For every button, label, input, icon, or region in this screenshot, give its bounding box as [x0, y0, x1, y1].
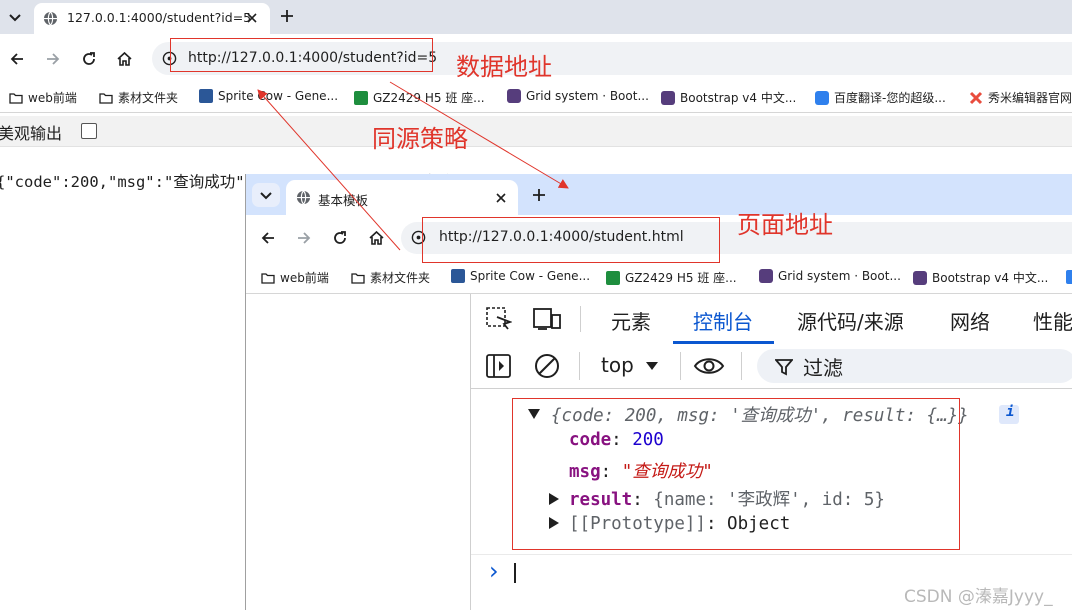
- devtools-divider: [680, 352, 681, 380]
- bookmark-link[interactable]: Grid system · Boot...: [507, 89, 649, 103]
- pretty-print-label: 美观输出: [0, 124, 63, 143]
- info-badge-label: i: [1006, 404, 1015, 420]
- bookmark-overflow-icon[interactable]: [1066, 270, 1072, 284]
- new-tab-icon[interactable]: [531, 187, 547, 203]
- bootstrap-icon: [507, 89, 521, 103]
- page-address-highlight: [422, 217, 720, 263]
- devtools-divider: [579, 352, 580, 380]
- back-tab[interactable]: 127.0.0.1:4000/student?id=5: [34, 3, 270, 34]
- clear-console-icon[interactable]: [534, 353, 560, 379]
- bookmark-link[interactable]: Bootstrap v4 中文...: [913, 269, 1048, 286]
- tab-network[interactable]: 网络: [950, 306, 990, 335]
- home-icon[interactable]: [368, 230, 385, 246]
- inspect-element-icon[interactable]: [486, 307, 512, 331]
- devtools-divider: [580, 306, 581, 332]
- folder-icon: [351, 271, 365, 285]
- bookmark-folder[interactable]: 素材文件夹: [99, 89, 178, 106]
- sidebar-toggle-icon[interactable]: [486, 354, 512, 378]
- folder-icon: [9, 91, 23, 105]
- front-tab[interactable]: 基本模板: [286, 180, 518, 215]
- sprite-cow-icon: [199, 89, 213, 103]
- data-address-highlight: [170, 38, 433, 72]
- tab-elements[interactable]: 元素: [611, 306, 651, 335]
- reload-icon[interactable]: [81, 51, 97, 67]
- xiumi-icon: [969, 91, 983, 105]
- live-expression-eye-icon[interactable]: [693, 356, 725, 376]
- sheets-icon: [606, 270, 620, 285]
- front-tab-strip: 基本模板: [246, 174, 1072, 215]
- console-output-highlight: [512, 398, 960, 550]
- bookmark-folder[interactable]: web前端: [261, 269, 329, 286]
- bootstrap-icon: [661, 90, 675, 105]
- text-cursor: [514, 563, 516, 583]
- pretty-print-checkbox[interactable]: [81, 123, 97, 139]
- sprite-cow-icon: [451, 269, 465, 283]
- back-arrow-icon[interactable]: [9, 51, 25, 67]
- close-tab-icon[interactable]: [245, 11, 259, 25]
- bookmark-link[interactable]: Sprite Cow - Gene...: [451, 269, 590, 283]
- tab-search-icon[interactable]: [6, 9, 24, 25]
- front-tab-title: 基本模板: [318, 193, 369, 208]
- back-bookmarks-bar: web前端 素材文件夹 Sprite Cow - Gene... GZ2429 …: [0, 82, 1072, 113]
- chevron-down-icon: [258, 188, 274, 202]
- translate-icon: [815, 90, 829, 105]
- home-icon[interactable]: [116, 51, 133, 67]
- filter-funnel-icon: [775, 358, 793, 376]
- prompt-chevron-icon: ›: [489, 557, 499, 585]
- bookmark-link[interactable]: 百度翻译-您的超级...: [815, 89, 946, 106]
- context-selector[interactable]: top: [601, 353, 671, 379]
- devtools-tab-bar: 元素 控制台 源代码/来源 网络 性能: [471, 294, 1072, 345]
- data-address-label: 数据地址: [456, 53, 552, 81]
- tab-search-button[interactable]: [252, 183, 280, 207]
- bookmark-link[interactable]: GZ2429 H5 班 座...: [606, 269, 737, 286]
- tab-sources[interactable]: 源代码/来源: [797, 306, 904, 335]
- folder-icon: [261, 271, 275, 285]
- tab-performance[interactable]: 性能: [1033, 306, 1072, 335]
- forward-arrow-icon[interactable]: [296, 230, 312, 246]
- same-origin-label: 同源策略: [372, 125, 468, 153]
- console-filter-input[interactable]: 过滤: [757, 349, 1072, 383]
- context-selector-value: top: [601, 353, 634, 377]
- csdn-watermark: CSDN @溱嘉Jyyy_: [904, 587, 1053, 607]
- bookmark-link[interactable]: Bootstrap v4 中文...: [661, 89, 796, 106]
- tab-console[interactable]: 控制台: [693, 306, 753, 335]
- front-bookmarks-bar: web前端 素材文件夹 Sprite Cow - Gene... GZ2429 …: [246, 261, 1072, 294]
- forward-arrow-icon[interactable]: [45, 51, 61, 67]
- bookmark-link[interactable]: 秀米编辑器官网: [969, 89, 1072, 106]
- info-badge[interactable]: i: [999, 404, 1019, 424]
- pretty-print-bar: 美观输出: [0, 116, 1072, 147]
- page-address-label: 页面地址: [737, 211, 833, 239]
- back-arrow-icon[interactable]: [260, 230, 276, 246]
- folder-icon: [99, 91, 113, 105]
- globe-icon: [296, 190, 311, 205]
- devtools-divider: [741, 352, 742, 380]
- dropdown-arrow-icon: [645, 361, 659, 371]
- bookmark-link[interactable]: Sprite Cow - Gene...: [199, 89, 338, 103]
- new-tab-icon[interactable]: [279, 8, 295, 24]
- reload-icon[interactable]: [332, 230, 348, 246]
- bootstrap-icon: [759, 269, 773, 283]
- sheets-icon: [354, 90, 368, 105]
- bookmark-folder[interactable]: web前端: [9, 89, 77, 106]
- bootstrap-icon: [913, 270, 927, 285]
- back-tab-strip: 127.0.0.1:4000/student?id=5: [0, 0, 1072, 34]
- globe-icon: [43, 11, 58, 26]
- filter-placeholder: 过滤: [803, 356, 843, 380]
- bookmark-link[interactable]: Grid system · Boot...: [759, 269, 901, 283]
- bookmark-link[interactable]: GZ2429 H5 班 座...: [354, 89, 485, 106]
- back-tab-title: 127.0.0.1:4000/student?id=5: [67, 10, 252, 25]
- device-toolbar-icon[interactable]: [533, 307, 561, 331]
- close-tab-icon[interactable]: [494, 191, 508, 205]
- console-toolbar: top 过滤: [471, 344, 1072, 389]
- bookmark-folder[interactable]: 素材文件夹: [351, 269, 430, 286]
